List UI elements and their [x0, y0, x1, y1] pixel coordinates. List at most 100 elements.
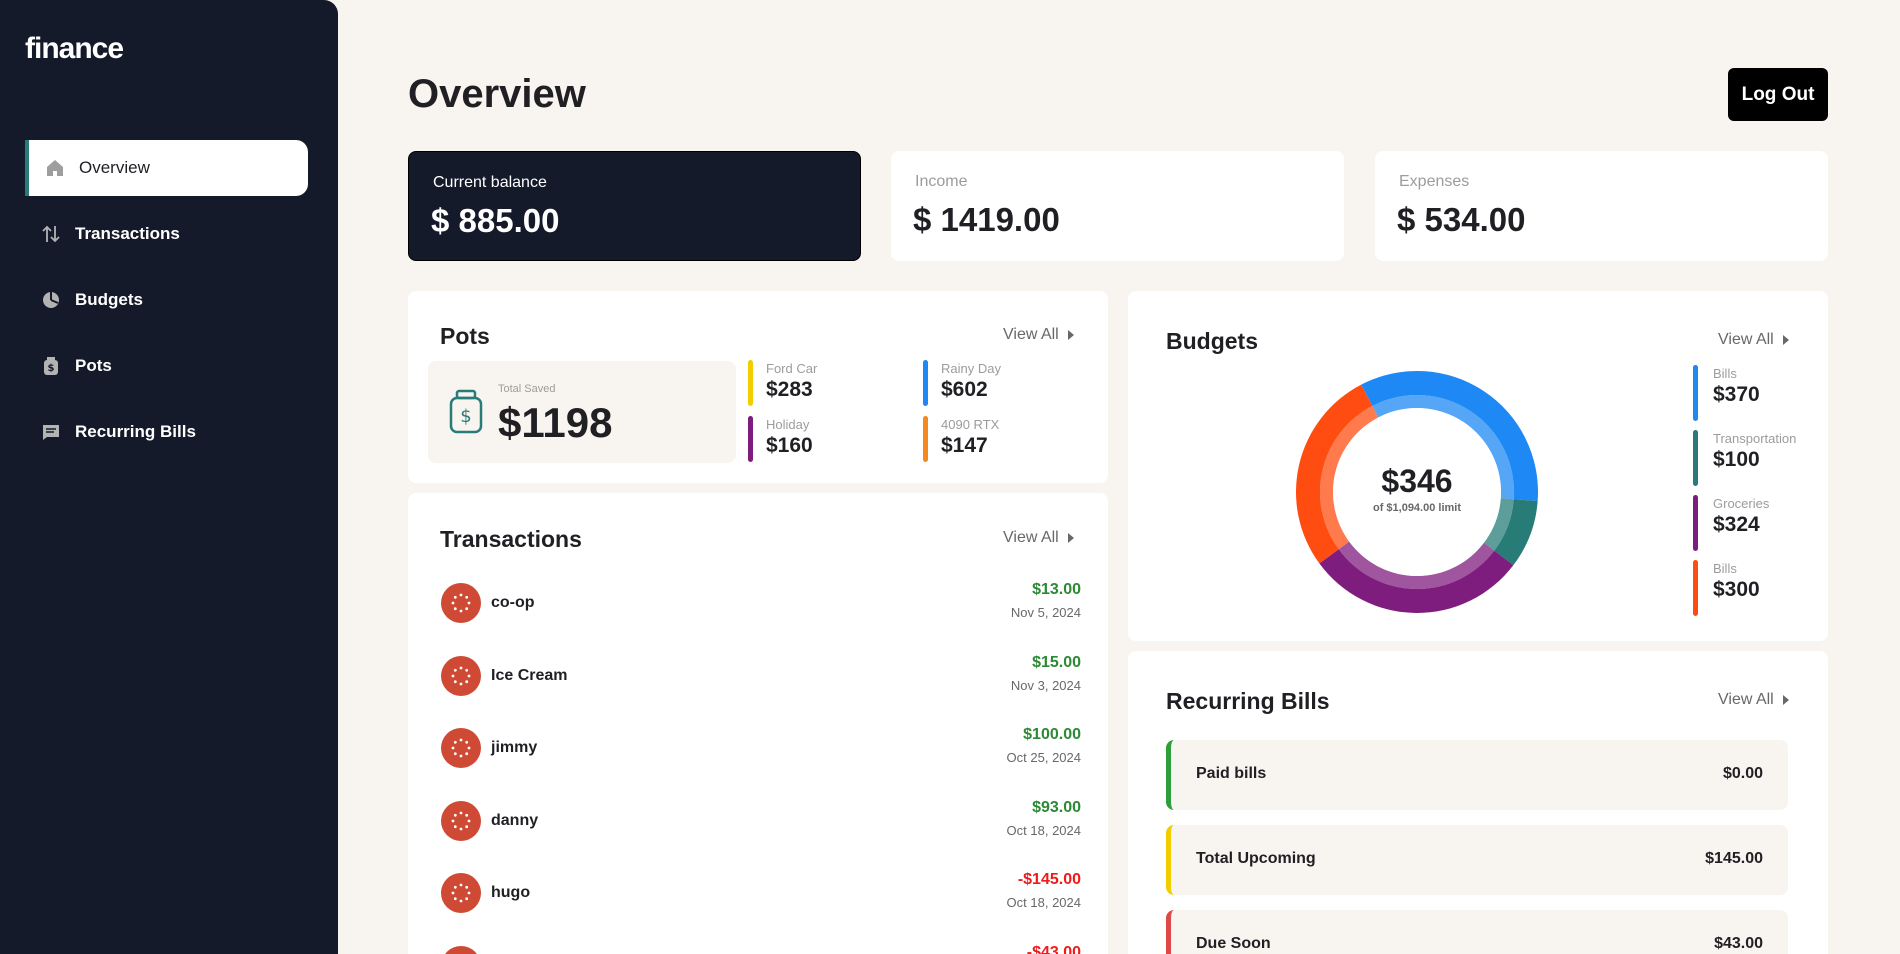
pot-item: Rainy Day $602	[923, 360, 1001, 406]
transaction-amount: $93.00	[1032, 798, 1081, 816]
pot-value: $602	[941, 378, 988, 401]
pot-name: Rainy Day	[941, 361, 1001, 376]
sidebar-item-label: Transactions	[75, 224, 180, 243]
sidebar-item-pots[interactable]: $ Pots	[25, 338, 308, 394]
transaction-name: hugo	[491, 884, 531, 901]
transaction-date: Oct 25, 2024	[1006, 750, 1081, 765]
income-label: Income	[915, 173, 968, 190]
budgets-title: Budgets	[1166, 328, 1258, 354]
recurring-row-value: $0.00	[1722, 765, 1763, 782]
legend-color-bar	[1693, 365, 1698, 421]
recurring-row-label: Due Soon	[1196, 935, 1271, 952]
budgets-view-all-link[interactable]: View All	[1718, 331, 1789, 349]
budget-center-value: $346	[1381, 463, 1452, 499]
app-logo: finance	[25, 32, 124, 65]
sidebar-item-label: Recurring Bills	[75, 422, 196, 441]
total-saved-label: Total Saved	[498, 383, 556, 395]
expenses-value: $ 534.00	[1397, 201, 1526, 238]
transaction-row[interactable]: hugo -$145.00 Oct 18, 2024	[441, 871, 1081, 915]
view-all-label: View All	[1003, 326, 1059, 343]
transaction-date: Oct 18, 2024	[1006, 822, 1081, 838]
pots-title: Pots	[440, 323, 490, 349]
transaction-avatar-icon	[441, 945, 481, 954]
sidebar-item-label: Budgets	[75, 290, 143, 309]
expenses-label: Expenses	[1399, 173, 1470, 190]
balance-value: $ 885.00	[431, 202, 560, 239]
transaction-avatar-icon	[441, 655, 481, 696]
sidebar: finance Overview Transactions Budgets $ …	[0, 0, 338, 954]
pot-color-bar	[923, 416, 928, 462]
recurring-bills-title: Recurring Bills	[1166, 688, 1330, 714]
logout-button[interactable]: Log Out	[1728, 68, 1828, 121]
transaction-name: jimmy	[491, 739, 538, 756]
sidebar-item-transactions[interactable]: Transactions	[25, 206, 308, 262]
transaction-row[interactable]: -$43.00	[441, 944, 1081, 954]
recurring-view-all-link[interactable]: View All	[1718, 691, 1789, 709]
transaction-row[interactable]: co-op $13.00 Nov 5, 2024	[441, 581, 1081, 625]
pot-name: Holiday	[766, 417, 810, 432]
pots-card: Pots View All $ Total Saved $1198 Ford C…	[408, 291, 1108, 483]
budget-legend-item: Bills $300	[1693, 560, 1760, 616]
budget-legend-item: Bills $370	[1693, 365, 1760, 421]
transaction-date: Nov 5, 2024	[1010, 605, 1081, 620]
sidebar-item-label: Pots	[75, 356, 112, 375]
transaction-row[interactable]: jimmy $100.00 Oct 25, 2024	[441, 726, 1081, 770]
transactions-title: Transactions	[440, 526, 582, 552]
transaction-amount: $100.00	[1023, 726, 1081, 743]
view-all-label: View All	[1718, 691, 1774, 708]
pot-item: Ford Car $283	[748, 360, 818, 406]
recurring-summary-row: Paid bills $0.00	[1166, 740, 1788, 810]
sidebar-item-overview[interactable]: Overview	[25, 140, 308, 196]
budget-value: $300	[1713, 578, 1760, 601]
budget-value: $100	[1713, 448, 1760, 471]
caret-right-icon	[1782, 695, 1789, 705]
sidebar-item-label: Overview	[79, 158, 150, 177]
transaction-row[interactable]: Ice Cream $15.00 Nov 3, 2024	[441, 654, 1081, 698]
legend-color-bar	[1693, 495, 1698, 551]
budget-value: $370	[1713, 383, 1760, 406]
recurring-summary-row: Total Upcoming $145.00	[1166, 825, 1788, 895]
pot-value: $283	[766, 378, 813, 401]
pots-view-all-link[interactable]: View All	[1003, 326, 1074, 344]
budget-name: Groceries	[1713, 496, 1770, 511]
income-card: Income $ 1419.00	[891, 151, 1344, 261]
pot-item: Holiday $160	[748, 416, 813, 462]
budget-name: Bills	[1713, 561, 1737, 576]
svg-text:$: $	[48, 363, 55, 374]
transaction-amount: -$145.00	[1017, 871, 1081, 888]
pot-color-bar	[748, 416, 753, 462]
svg-text:$: $	[460, 406, 471, 427]
pot-color-bar	[923, 360, 928, 406]
budget-name: Transportation	[1713, 431, 1797, 446]
pot-name: Ford Car	[766, 361, 818, 376]
expenses-card: Expenses $ 534.00	[1375, 151, 1828, 261]
recurring-row-value: $43.00	[1714, 935, 1763, 952]
transaction-amount: $13.00	[1032, 581, 1081, 598]
transaction-row[interactable]: danny $93.00 Oct 18, 2024	[441, 799, 1081, 843]
page-title: Overview	[408, 72, 586, 116]
budget-center-label: of $1,094.00 limit	[1373, 502, 1461, 514]
sidebar-item-recurring-bills[interactable]: Recurring Bills	[25, 404, 308, 460]
sidebar-item-budgets[interactable]: Budgets	[25, 272, 308, 328]
arrows-up-down-icon	[41, 224, 61, 244]
jar-icon: $	[449, 389, 483, 434]
transaction-date: Nov 3, 2024	[1010, 677, 1081, 693]
view-all-label: View All	[1003, 529, 1059, 546]
balance-label: Current balance	[433, 174, 547, 191]
sidebar-nav: Overview Transactions Budgets $ Pots Rec…	[25, 140, 308, 470]
legend-color-bar	[1693, 430, 1698, 486]
budget-legend-item: Transportation $100	[1693, 430, 1797, 486]
recurring-row-value: $145.00	[1705, 850, 1763, 867]
caret-right-icon	[1067, 533, 1074, 543]
budget-name: Bills	[1713, 366, 1737, 381]
transaction-date: Oct 18, 2024	[1006, 895, 1081, 910]
recurring-row-label: Paid bills	[1196, 765, 1267, 782]
pot-value: $147	[941, 434, 988, 457]
transactions-view-all-link[interactable]: View All	[1003, 529, 1074, 547]
transaction-amount: $15.00	[1032, 653, 1081, 671]
caret-right-icon	[1067, 330, 1074, 340]
transaction-amount: -$43.00	[1026, 943, 1081, 954]
receipt-icon	[41, 422, 61, 442]
legend-color-bar	[1693, 560, 1698, 616]
transaction-name: co-op	[491, 594, 535, 611]
